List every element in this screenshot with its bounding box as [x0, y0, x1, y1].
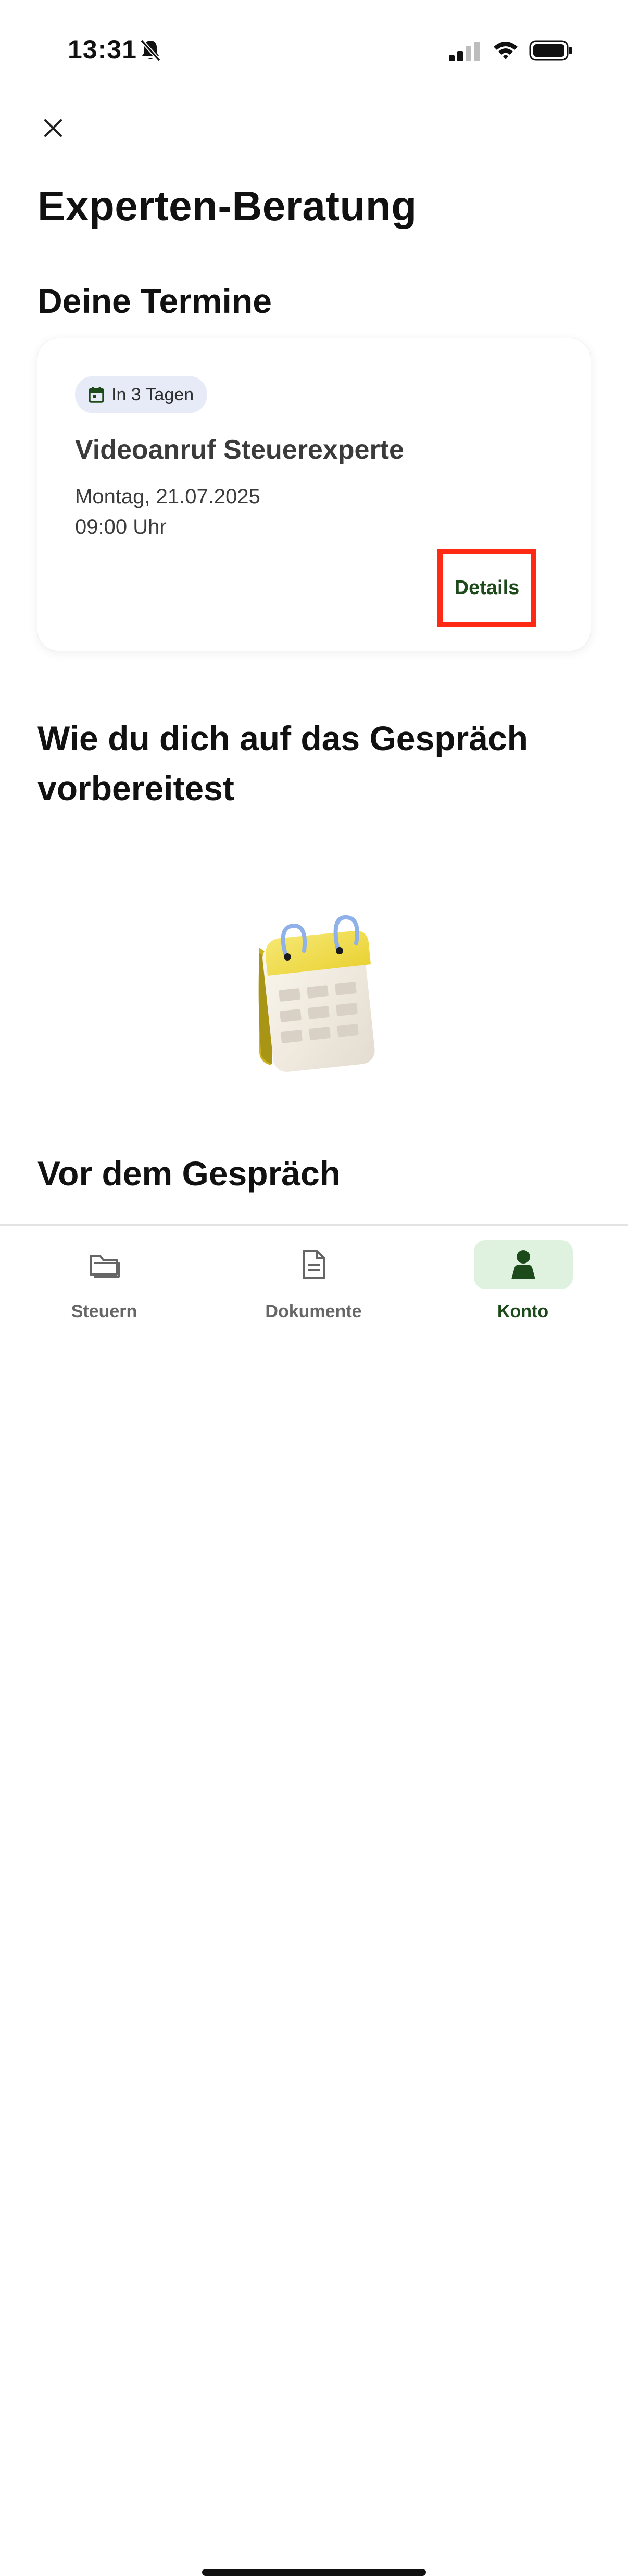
person-icon — [511, 1250, 535, 1279]
home-indicator — [202, 2569, 426, 2576]
status-time: 13:31 — [68, 35, 137, 64]
details-button[interactable]: Details — [437, 549, 536, 627]
bell-slash-icon — [140, 39, 161, 62]
folder-icon — [90, 1255, 120, 1278]
status-bar: 13:31 — [0, 0, 628, 104]
appointment-date: Montag, 21.07.2025 — [75, 485, 260, 508]
calendar-icon — [89, 387, 104, 403]
document-icon — [303, 1250, 325, 1279]
appointment-card: In 3 Tagen Videoanruf Steuerexperte Mont… — [37, 338, 591, 651]
close-button[interactable] — [35, 110, 71, 146]
battery-icon — [529, 40, 572, 61]
wifi-icon — [494, 42, 518, 59]
date-badge: In 3 Tagen — [75, 376, 208, 413]
tab-label-steuern: Steuern — [71, 1302, 137, 1321]
appointment-title: Videoanruf Steuerexperte — [75, 435, 404, 465]
calendar-illustration — [258, 915, 375, 1072]
appointment-time: 09:00 Uhr — [75, 515, 167, 538]
page-title: Experten-Beratung — [37, 183, 417, 229]
appointments-section-title: Deine Termine — [37, 282, 272, 320]
tab-bar: Steuern Dokumente Konto — [0, 1224, 628, 2576]
cellular-signal-icon — [449, 42, 480, 61]
date-badge-label: In 3 Tagen — [111, 384, 194, 405]
before-call-section-title: Vor dem Gespräch — [37, 1154, 341, 1193]
tab-label-dokumente: Dokumente — [265, 1302, 362, 1321]
tab-label-konto: Konto — [497, 1302, 549, 1321]
tab-dokumente[interactable]: Dokumente — [251, 1240, 376, 1334]
tab-steuern[interactable]: Steuern — [42, 1240, 167, 1334]
preparation-section-title: Wie du dich auf das Gespräch vorbereites… — [37, 719, 528, 807]
close-icon — [44, 119, 62, 137]
tab-konto[interactable]: Konto — [460, 1240, 585, 1334]
